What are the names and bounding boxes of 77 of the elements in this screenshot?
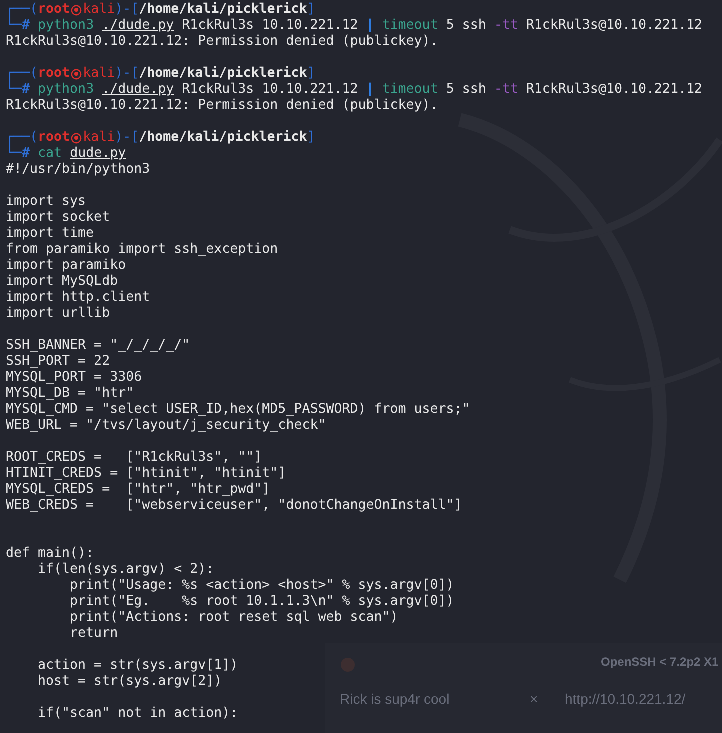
output-line: import MySQLdb [6, 274, 118, 290]
prompt-bracket: )-[ [115, 66, 140, 82]
command-arguments: R1ckRul3s 10.10.221.12 [182, 18, 358, 34]
output-line: MYSQL_DB = "htr" [6, 386, 134, 402]
window-title: OpenSSH < 7.2p2 X1 [601, 655, 719, 669]
command-name: timeout [382, 82, 438, 98]
command-arguments: R1ckRul3s@10.10.221.12 [526, 18, 703, 34]
prompt-bracket: ┌──( [6, 130, 38, 145]
prompt-user: root [38, 2, 70, 18]
output-line: import urllib [6, 306, 110, 322]
prompt-corner: └─ [6, 146, 22, 162]
command-arguments: R1ckRul3s@10.10.221.12 [526, 82, 703, 98]
command-name: cat [38, 146, 62, 162]
output-line: import paramiko [6, 258, 126, 274]
output-line: print("Actions: root reset sql web scan") [69, 610, 398, 626]
option-text: -tt [494, 18, 518, 34]
output-line: if("scan" not in action): [37, 706, 238, 722]
output-line: print("Eg. %s root 10.1.1.3\n" % sys.argv[0]) [69, 594, 454, 610]
prompt-symbol: # [22, 18, 30, 34]
output-line: import time [6, 226, 94, 242]
tab-title: Rick is sup4r cool [340, 691, 450, 707]
command-arguments: 5 ssh [446, 82, 486, 98]
output-line: import sys [6, 194, 86, 210]
command-name: python3 [38, 18, 94, 34]
prompt-user: root [38, 130, 70, 146]
output-line: MYSQL_CREDS = ["htr", "htr_pwd"] [6, 482, 270, 498]
prompt-bracket: ┌──( [6, 66, 38, 81]
output-line: WEB_URL = "/tvs/layout/j_security_check" [6, 418, 326, 434]
file-argument: ./dude.py [102, 18, 174, 34]
prompt-bracket: ] [307, 2, 316, 18]
prompt-host: kali [83, 130, 116, 146]
output-line: print("Usage: %s <action> <host>" % sys.argv[0]) [69, 578, 454, 594]
output-line: R1ckRul3s@10.10.221.12: Permission denied (publickey). [6, 98, 438, 114]
prompt-corner: └─ [6, 82, 22, 98]
output-line: def main(): [6, 546, 94, 562]
output-line: return [69, 626, 118, 642]
pipe-symbol: | [366, 18, 374, 34]
tab-close: × [530, 691, 538, 707]
prompt-bracket: ] [307, 66, 316, 82]
output-line: host = str(sys.argv[2]) [37, 674, 222, 690]
output-line: #!/usr/bin/python3 [6, 162, 150, 178]
prompt-path: /home/kali/picklerick [139, 130, 308, 146]
command-name: python3 [38, 82, 94, 98]
browser-logo-icon [340, 657, 356, 673]
command-arguments: R1ckRul3s 10.10.221.12 [182, 82, 358, 98]
prompt-symbol: # [22, 146, 30, 162]
output-line: SSH_PORT = 22 [6, 354, 110, 370]
output-line: ROOT_CREDS = ["R1ckRul3s", ""] [6, 450, 262, 466]
output-line: import socket [6, 210, 110, 226]
prompt-bracket: ┌──( [6, 2, 38, 17]
prompt-path: /home/kali/picklerick [139, 66, 308, 82]
prompt-bracket: )-[ [115, 2, 140, 18]
prompt-corner: └─ [6, 18, 22, 34]
file-argument: dude.py [70, 146, 126, 162]
command-name: timeout [382, 18, 438, 34]
output-line: if(len(sys.argv) < 2): [37, 562, 214, 578]
option-text: -tt [494, 82, 518, 98]
prompt-host: kali [83, 2, 116, 18]
prompt-host: kali [83, 66, 116, 82]
output-line: HTINIT_CREDS = ["htinit", "htinit"] [6, 466, 286, 482]
output-line: action = str(sys.argv[1]) [37, 658, 238, 674]
output-line: SSH_BANNER = "_/_/_/_/" [6, 338, 190, 354]
output-line: from paramiko import ssh_exception [6, 242, 278, 258]
prompt-bracket: ] [307, 130, 316, 146]
file-argument: ./dude.py [102, 82, 174, 98]
output-line: MYSQL_CMD = "select USER_ID,hex(MD5_PASSWORD) from users;" [6, 402, 470, 418]
url-text: http://10.10.221.12/ [565, 691, 686, 707]
pipe-symbol: | [366, 82, 374, 98]
command-arguments: 5 ssh [446, 18, 486, 34]
prompt-symbol: # [22, 82, 30, 98]
prompt-bracket: )-[ [115, 130, 140, 146]
output-line: MYSQL_PORT = 3306 [6, 370, 142, 386]
output-line: import http.client [6, 290, 150, 306]
output-line: R1ckRul3s@10.10.221.12: Permission denied (publickey). [6, 34, 438, 50]
prompt-path: /home/kali/picklerick [139, 2, 308, 18]
prompt-user: root [38, 66, 70, 82]
output-line: WEB_CREDS = ["webserviceuser", "donotChangeOnInstall"] [6, 498, 462, 514]
